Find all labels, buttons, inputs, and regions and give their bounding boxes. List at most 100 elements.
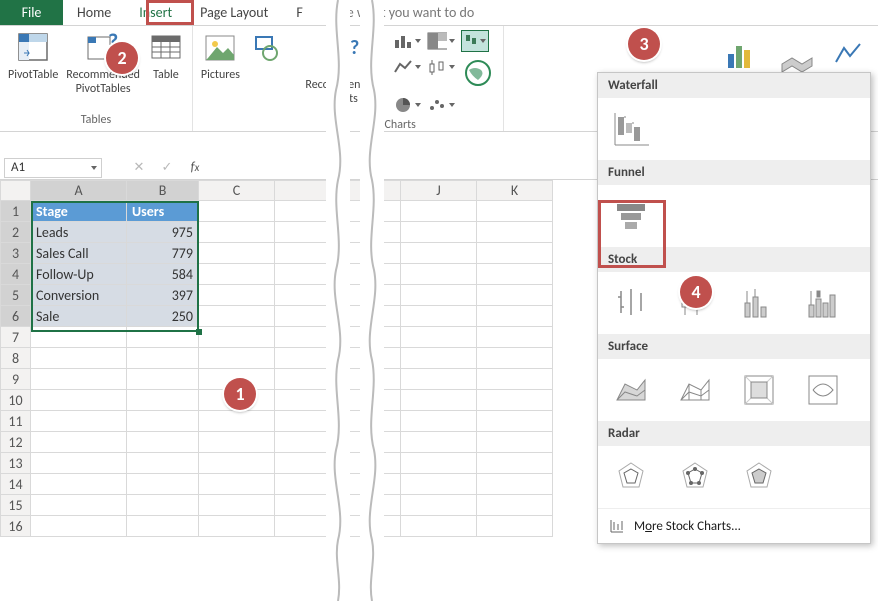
pictures-icon (202, 30, 238, 66)
pictures-button[interactable]: Pictures (201, 30, 240, 82)
row-header[interactable]: 6 (1, 306, 31, 327)
torn-edge (326, 0, 350, 601)
row-header[interactable]: 2 (1, 222, 31, 243)
tab-fragment: F (282, 0, 316, 25)
callout-3: 3 (628, 28, 660, 60)
callout-2: 2 (106, 42, 138, 74)
cell[interactable]: Sale (31, 306, 127, 327)
pictures-label: Pictures (201, 68, 240, 82)
col-header-C[interactable]: C (199, 181, 275, 201)
waterfall-chart-button[interactable] (461, 30, 489, 52)
pivottable-button[interactable]: PivotTable (8, 30, 58, 82)
gallery-header-stock: Stock (598, 247, 870, 272)
row-header[interactable]: 3 (1, 243, 31, 264)
tab-home[interactable]: Home (63, 0, 125, 25)
tab-pagelayout[interactable]: Page Layout (186, 0, 282, 25)
surface-chart-option-4[interactable] (800, 367, 846, 413)
sparkline-icon[interactable] (832, 36, 868, 72)
cell[interactable]: Leads (31, 222, 127, 243)
col-header-K[interactable]: K (477, 181, 553, 201)
waterfall-chart-option[interactable] (608, 106, 654, 152)
tab-file[interactable]: File (0, 0, 63, 25)
cell[interactable]: Follow-Up (31, 264, 127, 285)
row-header[interactable]: 14 (1, 474, 31, 495)
shapes-button[interactable] (248, 30, 284, 66)
table-button[interactable]: Table (148, 30, 184, 82)
cell[interactable]: 584 (127, 264, 199, 285)
statistic-chart-button[interactable] (427, 56, 455, 78)
tab-insert[interactable]: Insert (125, 0, 186, 25)
row-header[interactable]: 16 (1, 516, 31, 537)
row-header[interactable]: 5 (1, 285, 31, 306)
cell-A1[interactable]: Stage (31, 201, 127, 222)
hierarchy-chart-button[interactable] (427, 30, 455, 52)
pivotchart-icon[interactable] (724, 36, 760, 72)
row-header[interactable]: 8 (1, 348, 31, 369)
callout-1: 1 (224, 378, 256, 410)
more-stock-charts-link[interactable]: More Stock Charts... (598, 508, 870, 543)
row-header[interactable]: 15 (1, 495, 31, 516)
col-header-J[interactable]: J (401, 181, 477, 201)
select-all-corner[interactable] (1, 181, 31, 201)
table-label: Table (153, 68, 179, 82)
callout-4: 4 (680, 276, 712, 308)
cell[interactable]: 250 (127, 306, 199, 327)
fx-button[interactable]: fx (182, 158, 208, 178)
chevron-down-icon[interactable] (91, 166, 97, 170)
cell[interactable]: 779 (127, 243, 199, 264)
row-header[interactable]: 10 (1, 390, 31, 411)
column-chart-button[interactable] (393, 30, 421, 52)
name-box[interactable]: A1 (4, 158, 102, 178)
ribbon-tabs: File Home Insert Page Layout F e what yo… (0, 0, 878, 26)
col-header-B[interactable]: B (127, 181, 199, 201)
stock-chart-option-4[interactable] (800, 280, 846, 326)
group-label-tables: Tables (81, 111, 111, 131)
gallery-header-surface: Surface (598, 334, 870, 359)
radar-chart-option-1[interactable] (608, 454, 654, 500)
cell[interactable]: Sales Call (31, 243, 127, 264)
pivottable-icon (15, 30, 51, 66)
stock-chart-option-1[interactable] (608, 280, 654, 326)
row-header[interactable]: 9 (1, 369, 31, 390)
shapes-icon (248, 30, 284, 66)
3dmap-icon[interactable] (778, 36, 814, 72)
cell[interactable]: 397 (127, 285, 199, 306)
pie-chart-button[interactable] (393, 94, 421, 116)
surface-chart-option-1[interactable] (608, 367, 654, 413)
enter-formula-button[interactable]: ✓ (154, 158, 180, 178)
cell[interactable]: 975 (127, 222, 199, 243)
radar-chart-option-2[interactable] (672, 454, 718, 500)
table-icon (148, 30, 184, 66)
line-chart-button[interactable] (393, 56, 421, 78)
torn-edge (360, 0, 384, 601)
ribbon-group-tables: PivotTable ? RecommendedPivotTables Tabl… (0, 26, 193, 131)
gallery-header-radar: Radar (598, 421, 870, 446)
cell-B1[interactable]: Users (127, 201, 199, 222)
funnel-chart-option[interactable] (608, 193, 654, 239)
col-header-A[interactable]: A (31, 181, 127, 201)
row-header[interactable]: 13 (1, 453, 31, 474)
gallery-header-funnel: Funnel (598, 160, 870, 185)
chart-gallery-dropdown: Waterfall Funnel Stock Surface Radar Mor… (597, 72, 871, 544)
name-box-value: A1 (11, 160, 25, 175)
row-header[interactable]: 7 (1, 327, 31, 348)
row-header[interactable]: 4 (1, 264, 31, 285)
ribbon-group-illustrations: Pictures (193, 26, 292, 131)
row-header[interactable]: 1 (1, 201, 31, 222)
cell[interactable]: Conversion (31, 285, 127, 306)
stock-chart-option-3[interactable] (736, 280, 782, 326)
group-label-charts: Charts (385, 116, 416, 136)
stock-mini-icon (608, 517, 626, 535)
pivottable-label: PivotTable (8, 68, 58, 82)
row-header[interactable]: 11 (1, 411, 31, 432)
map-chart-button[interactable] (461, 56, 495, 90)
radar-chart-option-3[interactable] (736, 454, 782, 500)
svg-text:?: ? (350, 40, 359, 60)
surface-chart-option-3[interactable] (736, 367, 782, 413)
fill-handle[interactable] (196, 329, 202, 335)
cancel-formula-button[interactable]: ✕ (126, 158, 152, 178)
row-header[interactable]: 12 (1, 432, 31, 453)
scatter-chart-button[interactable] (427, 94, 455, 116)
surface-chart-option-2[interactable] (672, 367, 718, 413)
gallery-header-waterfall: Waterfall (598, 73, 870, 98)
